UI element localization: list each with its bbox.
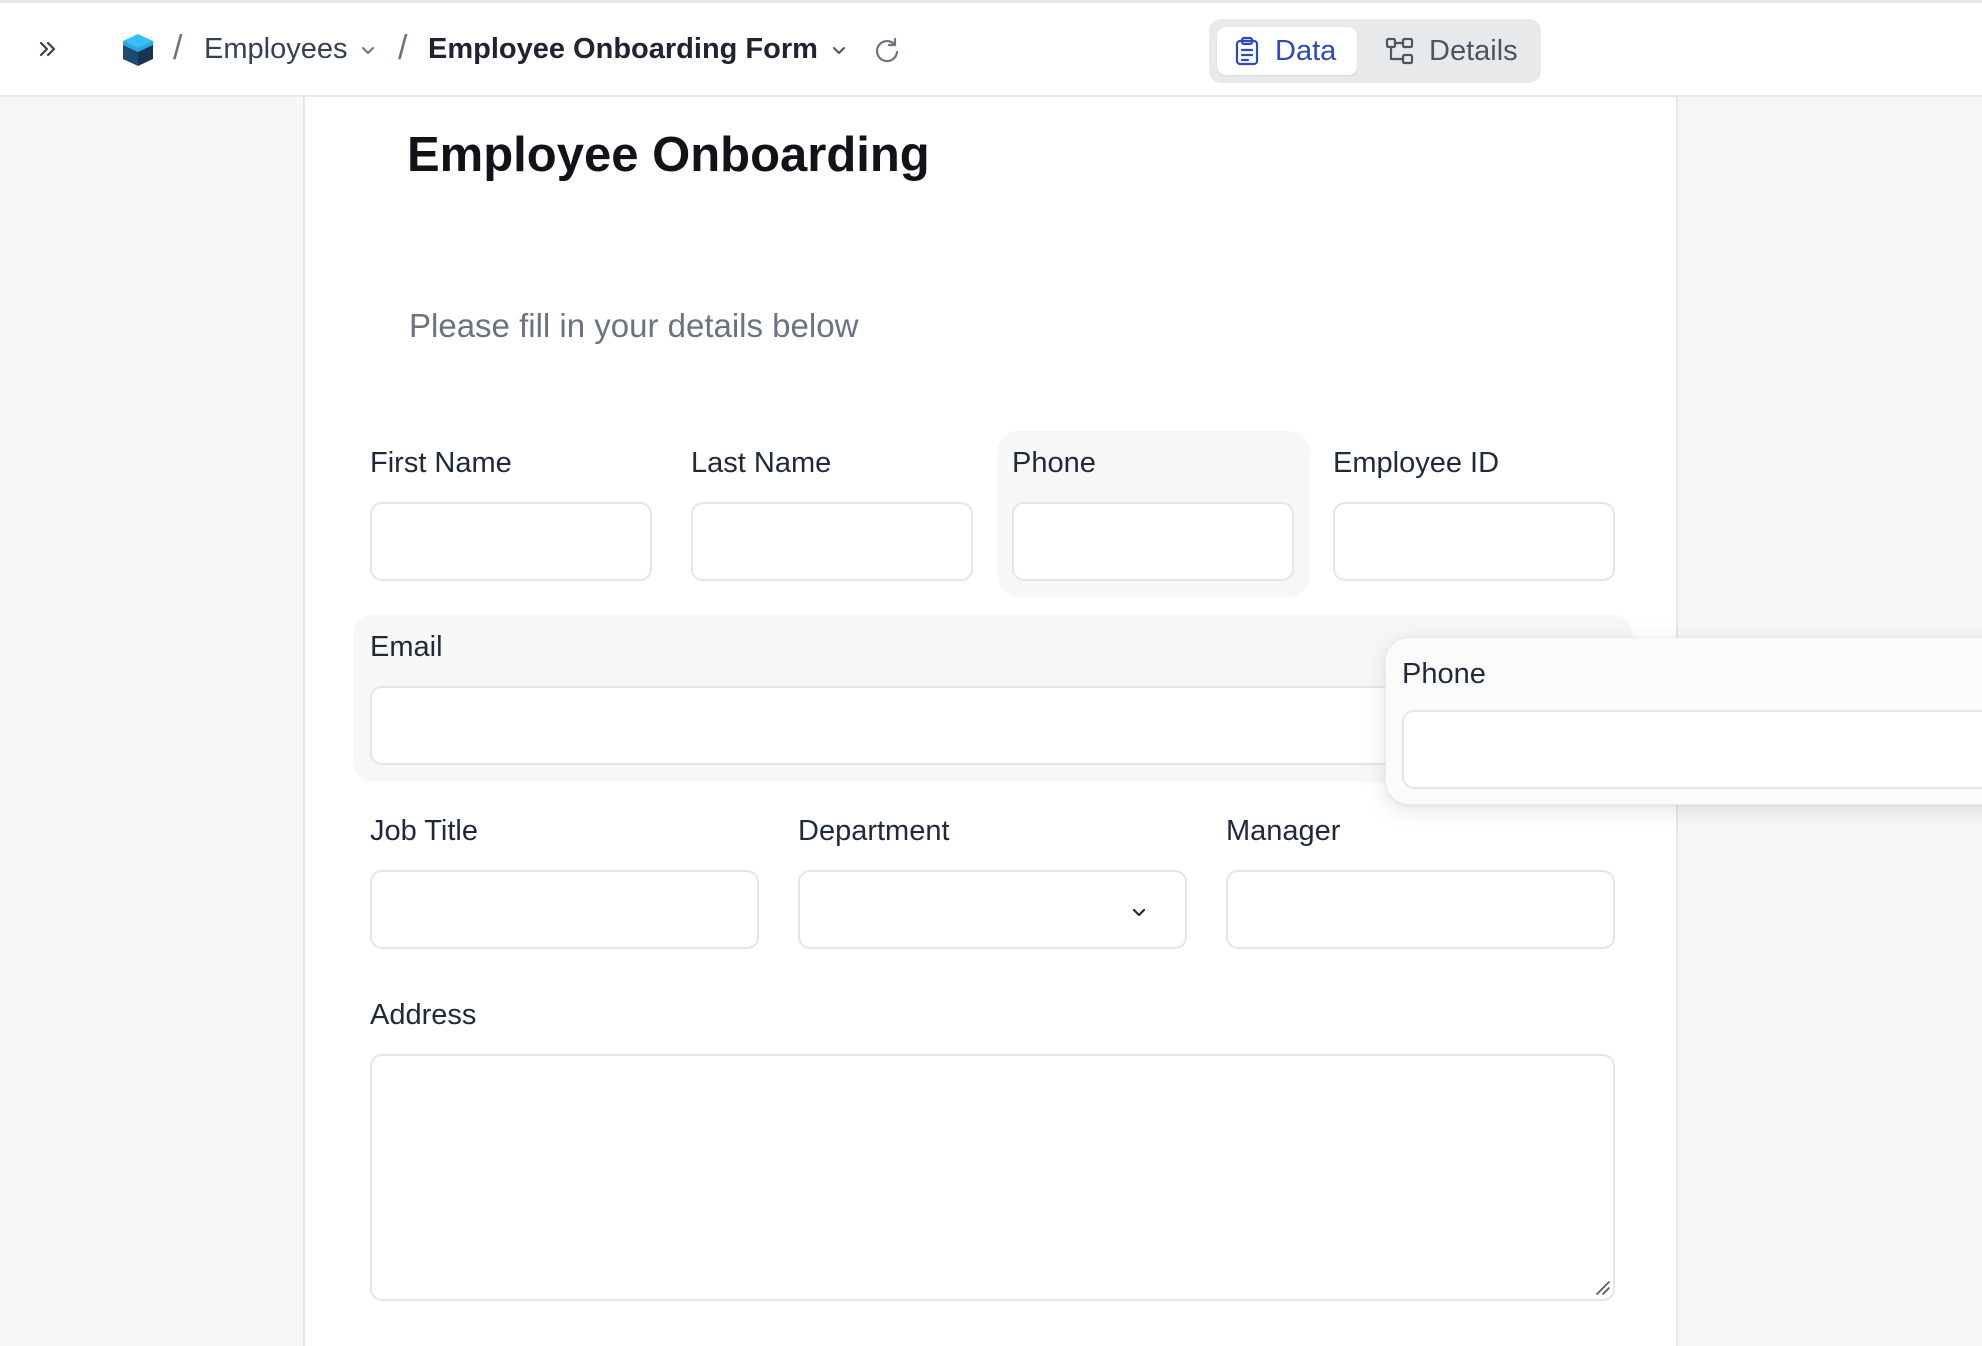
breadcrumb-form[interactable]: Employee Onboarding Form <box>428 33 848 66</box>
breadcrumb-table[interactable]: Employees <box>204 33 377 66</box>
app-logo-icon[interactable] <box>121 32 155 68</box>
view-switcher: Data Details <box>1209 19 1541 83</box>
breadcrumb-table-label: Employees <box>204 33 348 65</box>
job-title-input[interactable] <box>370 870 759 949</box>
employee-id-input[interactable] <box>1333 502 1615 581</box>
breadcrumb-separator: / <box>398 29 408 67</box>
expand-sidebar-button[interactable] <box>30 31 66 67</box>
drag-preview-input <box>1402 710 1982 789</box>
clipboard-list-icon <box>1235 36 1259 66</box>
breadcrumb-form-label: Employee Onboarding Form <box>428 33 818 65</box>
chevron-down-icon <box>362 46 375 54</box>
last-name-label: Last Name <box>691 447 832 479</box>
department-label: Department <box>798 815 950 847</box>
flow-diagram-icon <box>1385 37 1414 65</box>
manager-input[interactable] <box>1226 870 1615 949</box>
phone-label: Phone <box>1012 447 1096 479</box>
form-subtitle[interactable]: Please fill in your details below <box>409 307 858 345</box>
drag-preview-label: Phone <box>1402 658 1486 690</box>
drag-preview-card[interactable]: Phone <box>1385 637 1982 805</box>
chevron-down-icon <box>832 46 845 54</box>
email-label: Email <box>370 631 443 663</box>
first-name-input[interactable] <box>370 502 652 581</box>
job-title-label: Job Title <box>370 815 478 847</box>
refresh-icon[interactable] <box>872 36 902 66</box>
department-select[interactable] <box>798 870 1187 949</box>
breadcrumb-separator: / <box>173 29 183 67</box>
top-bar: / Employees / Employee Onboarding Form D… <box>0 0 1982 97</box>
phone-input[interactable] <box>1012 502 1294 581</box>
tab-data-label: Data <box>1275 34 1337 67</box>
tab-details[interactable]: Details <box>1369 27 1537 75</box>
form-title[interactable]: Employee Onboarding <box>407 127 930 183</box>
last-name-input[interactable] <box>691 502 973 581</box>
manager-label: Manager <box>1226 815 1341 847</box>
tab-details-label: Details <box>1429 34 1518 67</box>
address-label: Address <box>370 999 477 1031</box>
form-canvas: Employee Onboarding Please fill in your … <box>303 97 1982 1346</box>
resize-grip-icon[interactable] <box>1594 1279 1610 1295</box>
address-textarea[interactable] <box>370 1054 1615 1301</box>
employee-id-label: Employee ID <box>1333 447 1500 479</box>
tab-data[interactable]: Data <box>1217 27 1357 75</box>
chevrons-right-icon <box>39 41 56 57</box>
chevron-down-icon <box>1132 908 1146 917</box>
first-name-label: First Name <box>370 447 512 479</box>
